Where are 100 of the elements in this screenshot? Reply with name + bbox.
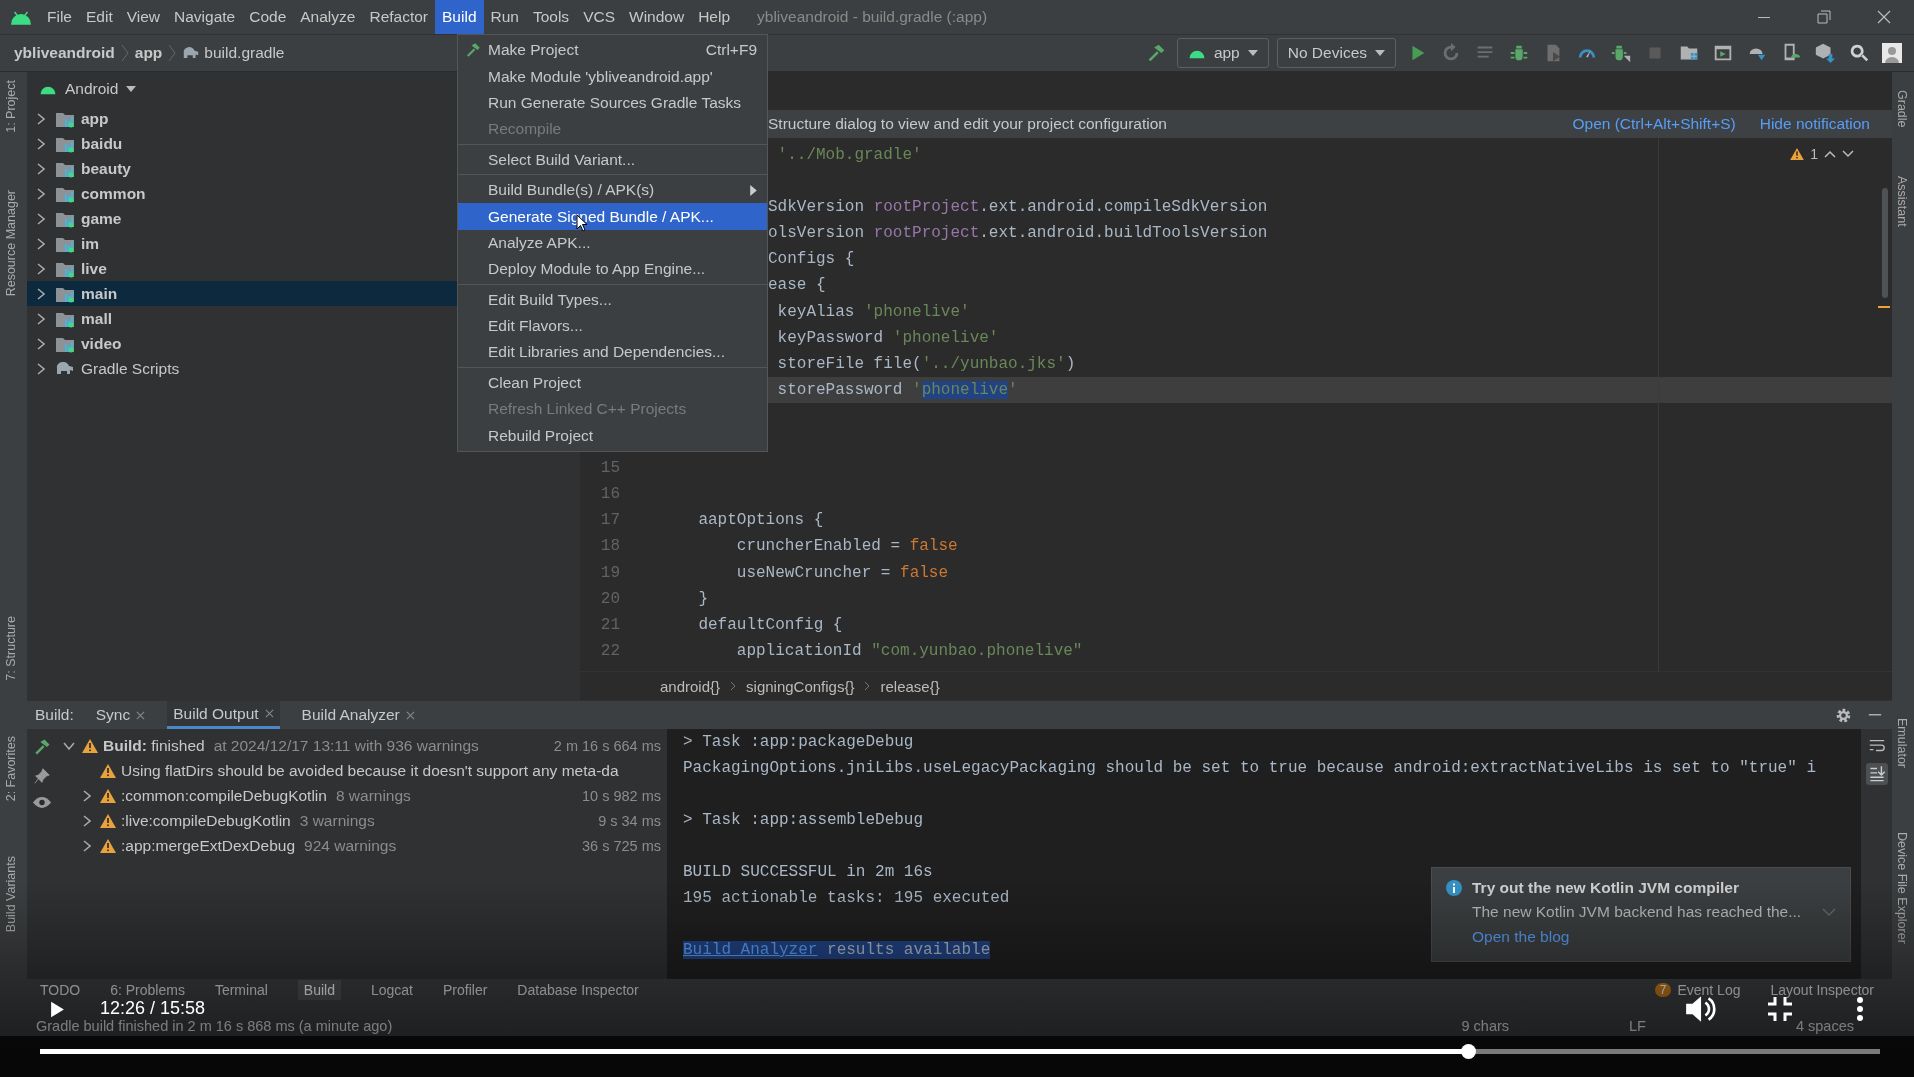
menu-item[interactable]: Build bbox=[435, 0, 484, 34]
breadcrumb[interactable]: build.gradle bbox=[204, 44, 285, 62]
menu-item[interactable]: Refactor bbox=[362, 0, 436, 34]
menu-item[interactable]: Edit Flavors... bbox=[458, 312, 767, 340]
menu-item[interactable]: Build Bundle(s) / APK(s) bbox=[458, 176, 767, 204]
breadcrumb[interactable]: signingConfigs{} bbox=[746, 677, 855, 695]
settings-icon[interactable] bbox=[1835, 706, 1852, 724]
menu-item[interactable]: Clean Project bbox=[458, 369, 767, 397]
tool-window-tab[interactable]: Logcat bbox=[370, 982, 413, 998]
build-message[interactable]: :live:compileDebugKotlin bbox=[121, 811, 291, 830]
chevron-icon[interactable] bbox=[63, 741, 75, 750]
tab[interactable]: Sync bbox=[89, 701, 152, 729]
status-item[interactable]: 9 chars bbox=[1461, 1018, 1510, 1034]
tool-window-tab[interactable]: Terminal bbox=[214, 982, 268, 998]
menu-item[interactable]: Window bbox=[622, 0, 692, 34]
tool-window-tab[interactable]: 7: Structure bbox=[4, 616, 18, 681]
chevron-icon[interactable] bbox=[37, 212, 45, 225]
breadcrumb[interactable]: release{} bbox=[880, 677, 940, 695]
exit-fullscreen-icon[interactable] bbox=[1767, 996, 1793, 1022]
tab[interactable]: Build Output bbox=[167, 701, 280, 729]
more-icon[interactable] bbox=[1856, 996, 1864, 1022]
close-icon[interactable] bbox=[264, 709, 274, 718]
chevron-icon[interactable] bbox=[83, 839, 91, 852]
search-icon[interactable] bbox=[1848, 42, 1870, 64]
menu-item[interactable]: Tools bbox=[525, 0, 577, 34]
warning-marker[interactable] bbox=[1878, 306, 1890, 308]
menu-item[interactable]: Edit bbox=[79, 0, 120, 34]
menu-item[interactable]: Analyze bbox=[293, 0, 363, 34]
tool-window-tab[interactable]: Layout Inspector bbox=[1770, 982, 1874, 998]
menu-item[interactable]: Make Module 'ybliveandroid.app' bbox=[458, 63, 767, 90]
chevron-icon[interactable] bbox=[37, 312, 45, 325]
close-icon[interactable] bbox=[136, 710, 146, 720]
menu-item[interactable]: Edit Libraries and Dependencies... bbox=[458, 339, 767, 366]
warning-count[interactable]: 1 bbox=[1810, 146, 1818, 162]
menu-item[interactable]: Rebuild Project bbox=[458, 422, 767, 449]
link[interactable]: Open (Ctrl+Alt+Shift+S) bbox=[1572, 115, 1736, 133]
chevron-icon[interactable] bbox=[83, 789, 91, 802]
warning-icon bbox=[100, 788, 116, 803]
menu-item[interactable]: Navigate bbox=[167, 0, 243, 34]
play-icon[interactable] bbox=[50, 1001, 65, 1018]
status-item[interactable]: 4 spaces bbox=[1795, 1018, 1854, 1034]
chevron-icon[interactable] bbox=[37, 287, 45, 300]
tool-window-tab[interactable]: Gradle bbox=[1895, 90, 1909, 128]
breadcrumb[interactable]: app bbox=[134, 44, 163, 62]
menu-item[interactable]: Select Build Variant... bbox=[458, 146, 767, 173]
tab[interactable]: Build Analyzer bbox=[295, 701, 421, 729]
menu-item[interactable]: VCS bbox=[576, 0, 622, 34]
configuration-dropdown[interactable]: app bbox=[1176, 38, 1269, 68]
tool-window-tab[interactable]: Profiler bbox=[443, 982, 488, 998]
close-icon[interactable] bbox=[405, 710, 415, 720]
chevron-icon[interactable] bbox=[37, 262, 45, 275]
tool-window-tab[interactable]: 2: Favorites bbox=[4, 736, 18, 802]
chevron-icon[interactable] bbox=[37, 337, 45, 350]
tool-window-tab[interactable]: Emulator bbox=[1895, 718, 1909, 769]
tool-window-tab[interactable]: TODO bbox=[40, 982, 81, 998]
tool-window-tab[interactable]: Event Log bbox=[1677, 982, 1741, 998]
tool-window-tab[interactable]: 1: Project bbox=[4, 80, 18, 133]
chevron-icon[interactable] bbox=[37, 362, 45, 375]
scrollbar[interactable] bbox=[1882, 188, 1888, 298]
build-result[interactable]: Build: finished bbox=[103, 736, 205, 755]
link[interactable]: Hide notification bbox=[1759, 115, 1870, 133]
view-selector[interactable]: Android bbox=[65, 80, 119, 98]
package-download-icon[interactable] bbox=[1814, 42, 1836, 64]
eye-icon[interactable] bbox=[32, 795, 52, 810]
build-message[interactable]: Using flatDirs should be avoided because it doesn't support any meta-da bbox=[121, 761, 619, 780]
menu-item[interactable]: View bbox=[119, 0, 168, 34]
volume-icon[interactable] bbox=[1684, 994, 1716, 1024]
chevron-icon[interactable] bbox=[37, 112, 45, 125]
tool-window-tab[interactable]: 6: Problems bbox=[110, 982, 185, 998]
tool-window-tab[interactable]: Database Inspector bbox=[517, 982, 639, 998]
pin-icon[interactable] bbox=[33, 767, 51, 785]
tool-window-tab[interactable]: Device File Explorer bbox=[1895, 832, 1909, 944]
tool-window-tab[interactable]: Build Variants bbox=[4, 856, 18, 933]
build-message[interactable]: :app:mergeExtDexDebug bbox=[121, 836, 296, 855]
menu-item[interactable]: Analyze APK... bbox=[458, 229, 767, 257]
menu-item[interactable]: Deploy Module to App Engine... bbox=[458, 256, 767, 283]
menu-item[interactable]: Run bbox=[483, 0, 526, 34]
breadcrumb[interactable]: ybliveandroid bbox=[14, 44, 115, 62]
chevron-icon[interactable] bbox=[37, 162, 45, 175]
chevron-down-icon[interactable] bbox=[1842, 150, 1854, 158]
restore-icon[interactable] bbox=[1814, 7, 1834, 27]
chevron-icon[interactable] bbox=[37, 237, 45, 250]
breadcrumb[interactable]: android{} bbox=[660, 677, 721, 695]
tool-window-tab[interactable]: Build bbox=[297, 980, 341, 1000]
chevron-icon[interactable] bbox=[37, 187, 45, 200]
scroll-to-end-icon[interactable] bbox=[1865, 763, 1888, 785]
chevron-icon[interactable] bbox=[37, 137, 45, 150]
chevron-up-icon[interactable] bbox=[1824, 150, 1836, 158]
menu-item[interactable]: File bbox=[40, 0, 79, 34]
tool-window-tab[interactable]: Assistant bbox=[1895, 176, 1909, 227]
status-item[interactable]: LF bbox=[1629, 1018, 1646, 1034]
line-number: 20 bbox=[600, 589, 620, 608]
menu-item[interactable]: Make Project Ctrl+F9 bbox=[458, 37, 767, 64]
device-dropdown[interactable]: No Devices bbox=[1276, 38, 1396, 68]
menu-item[interactable]: Help bbox=[691, 0, 738, 34]
tool-window-tab[interactable]: Resource Manager bbox=[4, 190, 18, 297]
chevron-icon[interactable] bbox=[83, 814, 91, 827]
menu-item[interactable]: Code bbox=[242, 0, 294, 34]
menu-item[interactable]: Run Generate Sources Gradle Tasks bbox=[458, 89, 767, 117]
build-message[interactable]: :common:compileDebugKotlin bbox=[121, 786, 327, 805]
